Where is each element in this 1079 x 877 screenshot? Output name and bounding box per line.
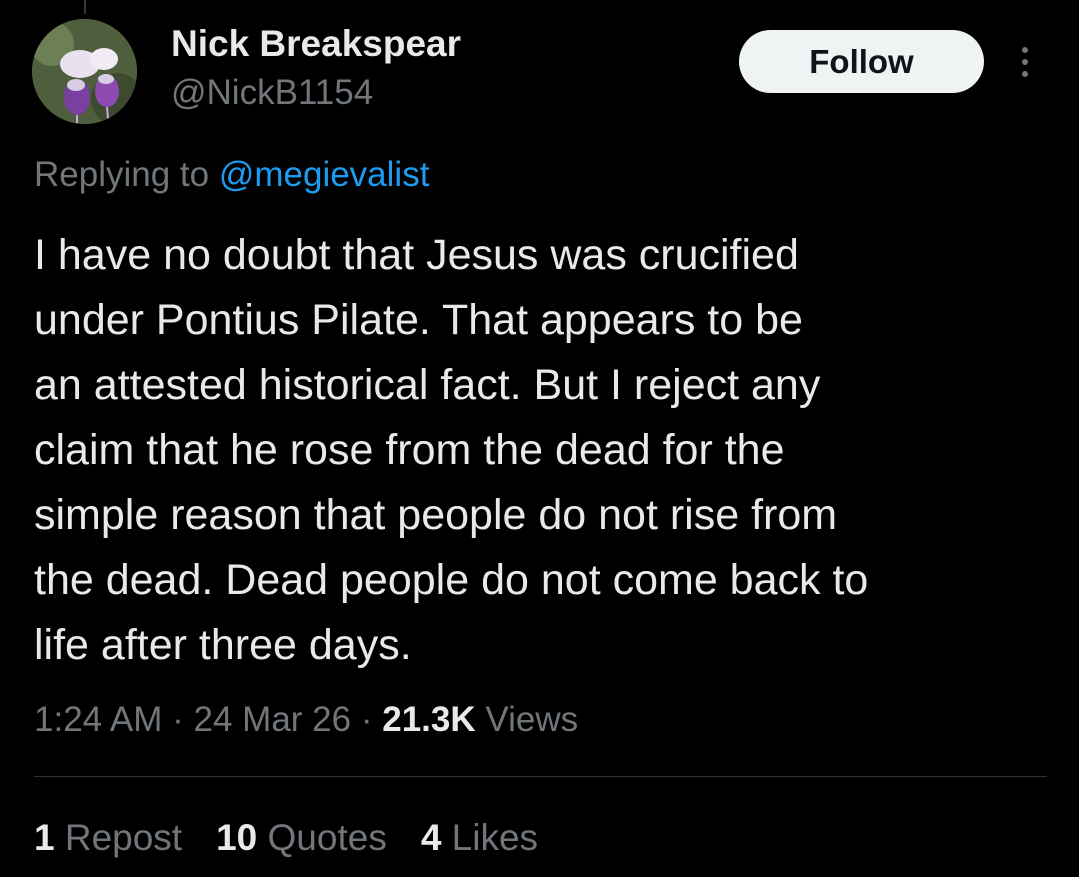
views-count: 21.3K — [382, 700, 476, 739]
thread-connector-line — [84, 0, 86, 14]
divider — [34, 776, 1047, 777]
more-options-button[interactable] — [1008, 38, 1042, 86]
tweet-text-line: an attested historical fact. But I rejec… — [34, 361, 821, 409]
reposts-count: 1 — [34, 817, 55, 858]
likes-label: Likes — [441, 817, 539, 858]
more-horizontal-icon — [1022, 47, 1028, 53]
tweet-text-line: the dead. Dead people do not come back t… — [34, 556, 869, 604]
reposts-stat[interactable]: 1 Repost — [34, 814, 182, 862]
quotes-count: 10 — [216, 817, 258, 858]
engagement-stats: 1 Repost 10 Quotes 4 Likes — [34, 814, 538, 862]
more-horizontal-icon — [1022, 71, 1028, 77]
tweet-date[interactable]: 24 Mar 26 — [194, 700, 352, 739]
tweet-text-line: under Pontius Pilate. That appears to be — [34, 296, 803, 344]
quotes-label: Quotes — [257, 817, 387, 858]
reposts-label: Repost — [54, 817, 183, 858]
quotes-stat[interactable]: 10 Quotes — [216, 814, 387, 862]
avatar-image — [32, 19, 137, 124]
tweet-time[interactable]: 1:24 AM — [34, 700, 162, 739]
tweet-meta: 1:24 AM · 24 Mar 26 · 21.3K Views — [34, 697, 578, 743]
tweet-text-line: simple reason that people do not rise fr… — [34, 491, 838, 539]
avatar[interactable] — [32, 19, 137, 124]
tweet-text: I have no doubt that Jesus was crucified… — [34, 223, 1044, 678]
tweet-text-line: I have no doubt that Jesus was crucified — [34, 231, 799, 279]
follow-button[interactable]: Follow — [739, 30, 984, 93]
author-display-name[interactable]: Nick Breakspear — [171, 22, 461, 66]
likes-count: 4 — [420, 817, 442, 858]
replying-to-prefix: Replying to — [34, 155, 219, 194]
likes-stat[interactable]: 4 Likes — [421, 814, 538, 862]
tweet-text-line: claim that he rose from the dead for the — [34, 426, 785, 474]
reply-mention-link[interactable]: @megievalist — [219, 155, 430, 194]
author-handle[interactable]: @NickB1154 — [171, 71, 373, 115]
meta-separator: · — [351, 700, 383, 739]
more-horizontal-icon — [1022, 59, 1028, 65]
views-label: Views — [475, 700, 579, 739]
replying-to: Replying to @megievalist — [34, 152, 429, 198]
meta-separator: · — [162, 700, 194, 739]
tweet-text-line: life after three days. — [34, 621, 412, 669]
